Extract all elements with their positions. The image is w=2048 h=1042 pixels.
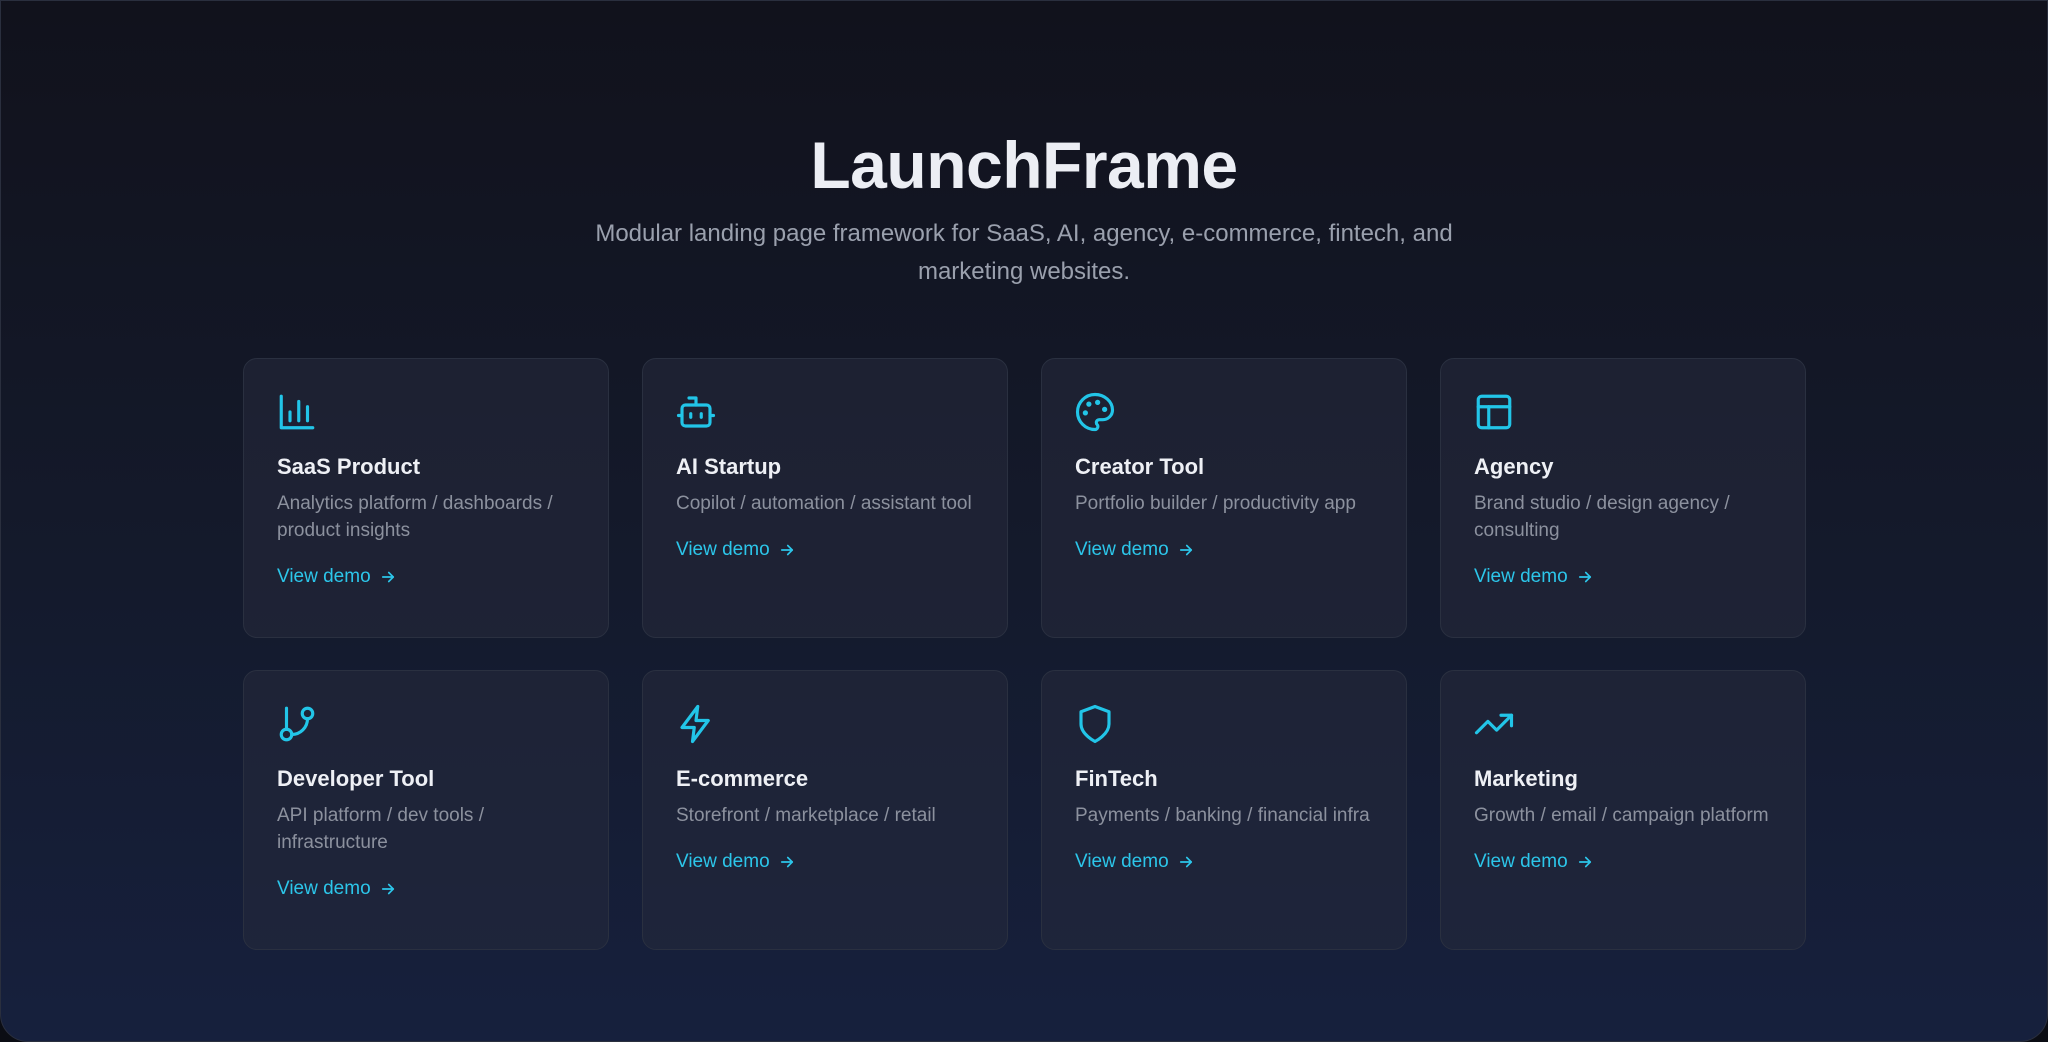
view-demo-link[interactable]: View demo (1474, 849, 1594, 875)
card-developer-tool[interactable]: Developer Tool API platform / dev tools … (243, 670, 609, 950)
card-description: Growth / email / campaign platform (1474, 805, 1769, 826)
arrow-right-icon (379, 568, 397, 586)
arrow-right-icon (778, 541, 796, 559)
view-demo-label: View demo (277, 878, 371, 899)
card-description: API platform / dev tools / infrastructur… (277, 805, 484, 853)
arrow-right-icon (1177, 853, 1195, 871)
card-description: Copilot / automation / assistant tool (676, 493, 972, 514)
view-demo-link[interactable]: View demo (1075, 849, 1195, 875)
arrow-right-icon (379, 880, 397, 898)
card-saas-product[interactable]: SaaS Product Analytics platform / dashbo… (243, 358, 609, 638)
view-demo-label: View demo (1075, 851, 1169, 872)
view-demo-link[interactable]: View demo (277, 876, 397, 902)
card-title: Agency (1474, 454, 1554, 479)
page-frame: LaunchFrame Modular landing page framewo… (0, 0, 2048, 1042)
page-subtitle: Modular landing page framework for SaaS,… (595, 220, 1453, 285)
card-creator-tool[interactable]: Creator Tool Portfolio builder / product… (1041, 358, 1407, 638)
card-title: SaaS Product (277, 454, 421, 479)
view-demo-label: View demo (1474, 851, 1568, 872)
card-title: AI Startup (676, 454, 782, 479)
arrow-right-icon (1177, 541, 1195, 559)
trending-up-icon (1473, 703, 1515, 745)
view-demo-link[interactable]: View demo (1075, 537, 1195, 563)
card-title: Marketing (1474, 766, 1578, 791)
template-grid: SaaS Product Analytics platform / dashbo… (243, 358, 1807, 950)
view-demo-label: View demo (676, 851, 770, 872)
card-agency[interactable]: Agency Brand studio / design agency / co… (1440, 358, 1806, 638)
card-title: FinTech (1075, 766, 1158, 791)
card-e-commerce[interactable]: E-commerce Storefront / marketplace / re… (642, 670, 1008, 950)
card-description: Payments / banking / financial infra (1075, 805, 1370, 826)
card-description: Portfolio builder / productivity app (1075, 493, 1356, 514)
view-demo-label: View demo (676, 539, 770, 560)
view-demo-link[interactable]: View demo (1474, 564, 1594, 590)
lightning-icon (675, 703, 717, 745)
shield-icon (1074, 703, 1116, 745)
git-branch-icon (276, 703, 318, 745)
view-demo-label: View demo (1075, 539, 1169, 560)
arrow-right-icon (1576, 853, 1594, 871)
view-demo-link[interactable]: View demo (277, 564, 397, 590)
view-demo-link[interactable]: View demo (676, 537, 796, 563)
card-description: Analytics platform / dashboards / produc… (277, 493, 553, 541)
palette-icon (1074, 391, 1116, 433)
view-demo-label: View demo (277, 566, 371, 587)
card-title: Developer Tool (277, 766, 435, 791)
bar-chart-icon (276, 391, 318, 433)
card-description: Brand studio / design agency / consultin… (1474, 493, 1730, 541)
card-title: E-commerce (676, 766, 809, 791)
arrow-right-icon (778, 853, 796, 871)
bot-icon (675, 391, 717, 433)
view-demo-label: View demo (1474, 566, 1568, 587)
card-fintech[interactable]: FinTech Payments / banking / financial i… (1041, 670, 1407, 950)
page-title: LaunchFrame (810, 128, 1238, 202)
card-description: Storefront / marketplace / retail (676, 805, 936, 826)
hero: LaunchFrame Modular landing page framewo… (1, 125, 2047, 291)
view-demo-link[interactable]: View demo (676, 849, 796, 875)
card-marketing[interactable]: Marketing Growth / email / campaign plat… (1440, 670, 1806, 950)
layout-icon (1473, 391, 1515, 433)
arrow-right-icon (1576, 568, 1594, 586)
card-title: Creator Tool (1075, 454, 1205, 479)
card-ai-startup[interactable]: AI Startup Copilot / automation / assist… (642, 358, 1008, 638)
